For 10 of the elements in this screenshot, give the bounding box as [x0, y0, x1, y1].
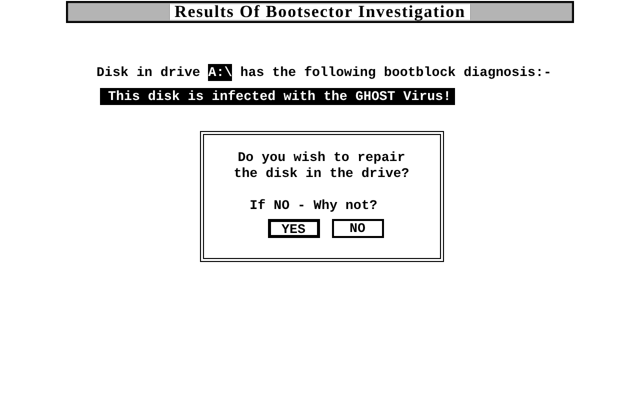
diagnosis-text: has the following bootblock diagnosis:- — [240, 64, 552, 81]
window-title: Results Of Bootsector Investigation — [170, 4, 470, 20]
dialog-button[interactable]: YES — [268, 219, 320, 238]
diagnosis-text: Disk in drive — [96, 64, 200, 81]
dialog-question: If NO - Why not? — [250, 198, 378, 214]
drive-label: A:\ — [208, 64, 232, 81]
dialog-message: the disk in the drive? — [234, 166, 410, 182]
dialog-button[interactable]: NO — [332, 219, 384, 238]
infection-message: This disk is infected with the GHOST Virus! — [100, 88, 456, 105]
dialog-message: Do you wish to repair — [238, 150, 406, 166]
